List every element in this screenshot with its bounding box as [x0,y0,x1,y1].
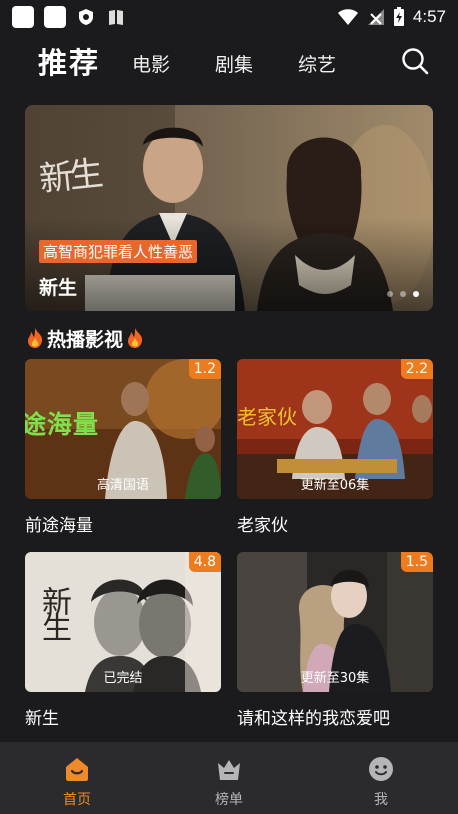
card-title: 老家伙 [237,516,288,536]
tab-recommend[interactable]: 推荐 [38,40,100,82]
poster: 途海量 1.2 高清国语 [25,359,221,499]
featured-banner[interactable]: 新生 高智商犯罪看人性善恶 新生 [25,105,433,311]
wifi-icon [337,9,358,25]
poster-title-art: 途海量 [25,410,100,439]
poster: 老家伙 2.2 更新至06集 [237,359,433,499]
notification-icon [44,6,66,28]
notification-icon [12,6,34,28]
media-card[interactable]: 老家伙 2.2 更新至06集 老家伙 [237,359,433,536]
banner-image [25,105,433,311]
signal-icon [367,9,384,25]
banner-title: 新生 [39,277,78,299]
flame-icon [28,328,43,348]
smile-icon [369,757,393,781]
shield-icon [79,9,93,25]
poster-note: 更新至30集 [300,671,370,686]
poster-note: 已完结 [103,671,143,686]
book-icon [109,10,123,25]
media-card[interactable]: 新生 4.8 已完结 新生 [25,552,221,729]
poster-calligraphy: 新生 [37,153,102,201]
nav-home[interactable]: 首页 [27,742,127,814]
poster-note: 高清国语 [96,478,149,493]
score-badge: 2.2 [400,359,433,379]
carousel-dot[interactable] [400,291,406,297]
nav-home-label: 首页 [63,792,91,808]
carousel-dot[interactable] [387,291,393,297]
carousel-dots[interactable] [387,291,419,297]
flame-icon [128,328,143,348]
clock: 4:57 [412,7,446,26]
home-icon [66,758,88,781]
status-bar: 4:57 [0,0,458,32]
card-title: 前途海量 [25,516,93,536]
tab-series[interactable]: 剧集 [215,50,253,77]
nav-me-label: 我 [374,792,388,808]
poster: 1.5 更新至30集 [237,552,433,692]
poster-title-art: 老家伙 [237,405,297,429]
nav-rankings[interactable]: 榜单 [179,742,279,814]
battery-icon [393,7,404,26]
card-title: 请和这样的我恋爱吧 [237,709,390,729]
bottom-nav: 首页 榜单 我 [0,742,458,814]
tab-movies[interactable]: 电影 [132,50,170,77]
search-icon[interactable] [400,46,430,76]
poster-note: 更新至06集 [300,478,370,493]
score-badge: 1.2 [188,359,221,379]
crown-icon [218,760,240,780]
poster-title-art: 新生 [36,586,71,638]
nav-rankings-label: 榜单 [215,792,243,808]
section-title: 热播影视 [47,328,124,351]
media-card[interactable]: 途海量 1.2 高清国语 前途海量 [25,359,221,536]
card-title: 新生 [25,709,59,729]
media-card[interactable]: 1.5 更新至30集 请和这样的我恋爱吧 [237,552,433,729]
section-hot: 热播影视 [25,322,145,354]
banner-tag: 高智商犯罪看人性善恶 [39,240,198,263]
score-badge: 4.8 [188,552,221,572]
score-badge: 1.5 [400,552,433,572]
tab-variety[interactable]: 综艺 [298,50,336,77]
poster: 新生 4.8 已完结 [25,552,221,692]
nav-me[interactable]: 我 [331,742,431,814]
carousel-dot-active[interactable] [413,291,419,297]
top-nav: 推荐 电影 剧集 综艺 [0,38,458,86]
